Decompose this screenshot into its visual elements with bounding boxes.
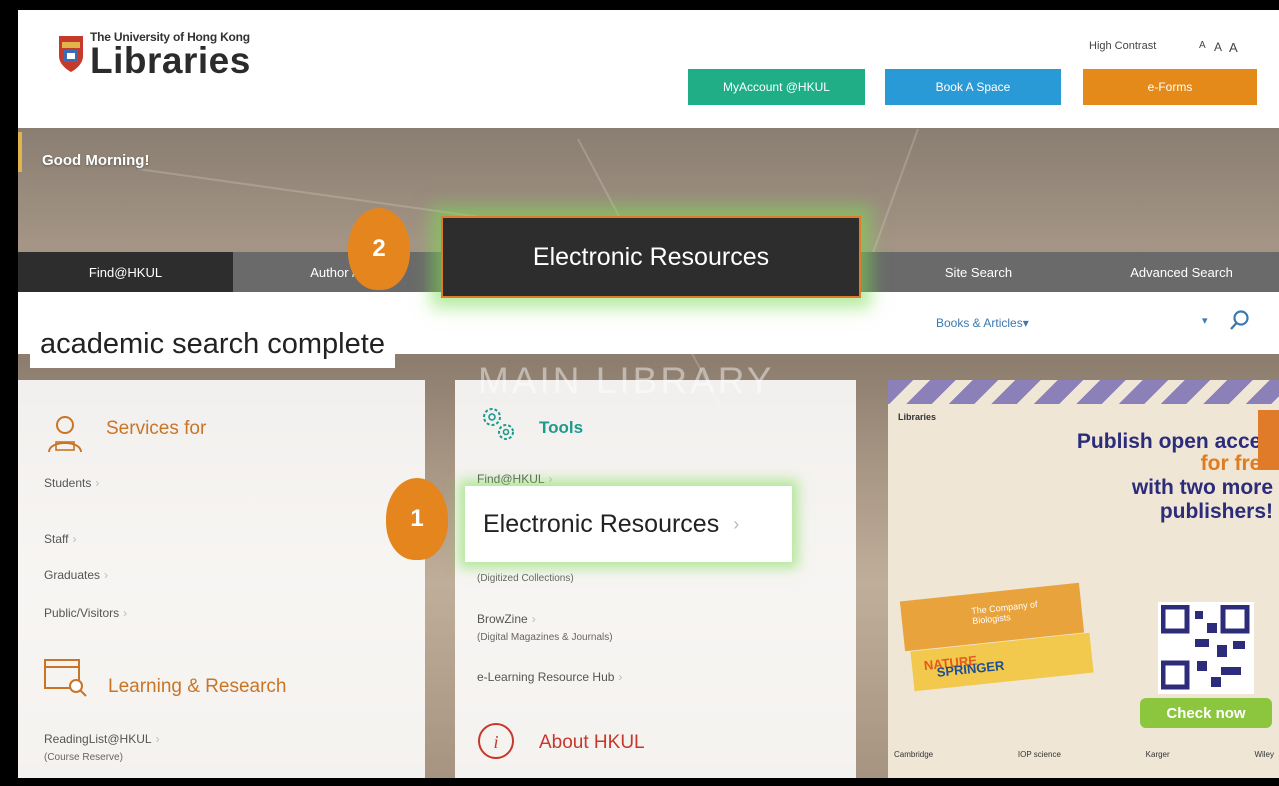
eforms-button[interactable]: e-Forms bbox=[1083, 69, 1257, 105]
tools-link-digitized-sub: (Digitized Collections) bbox=[477, 573, 574, 584]
font-size-large[interactable]: A bbox=[1229, 40, 1238, 55]
scope-caret-icon: ▾ bbox=[1022, 316, 1029, 330]
banner-headline-3: with two more bbox=[1131, 476, 1273, 499]
electronic-resources-tab-callout[interactable]: Electronic Resources bbox=[441, 216, 861, 298]
promo-banner[interactable]: Libraries Publish open acces for free wi… bbox=[888, 380, 1279, 778]
chevron-right-icon: › bbox=[531, 612, 536, 626]
banner-headline-2: for free bbox=[1200, 452, 1273, 475]
greeting-accent bbox=[18, 132, 22, 172]
tools-link-elearning[interactable]: e-Learning Resource Hub › bbox=[477, 670, 622, 684]
banner-headline-4: publishers! bbox=[1159, 500, 1273, 523]
font-size-small[interactable]: A bbox=[1199, 40, 1206, 51]
tools-link-find-hkul[interactable]: Find@HKUL › bbox=[477, 472, 553, 486]
learning-title: Learning & Research bbox=[108, 676, 287, 697]
person-icon bbox=[48, 416, 82, 453]
about-title[interactable]: About HKUL bbox=[539, 732, 645, 754]
search-scope-dropdown[interactable]: Books & Articles▾ bbox=[936, 316, 1029, 330]
banner-stripes bbox=[888, 380, 1279, 404]
tools-title: Tools bbox=[539, 418, 584, 437]
search-query-callout: academic search complete bbox=[30, 321, 395, 368]
services-link-graduates-label: Graduates bbox=[44, 568, 101, 582]
feedback-tab[interactable] bbox=[1258, 410, 1279, 470]
services-link-staff[interactable]: Staff › bbox=[44, 532, 76, 546]
ribbon-biologists-text: The Company of Biologists bbox=[970, 599, 1038, 627]
services-link-students[interactable]: Students › bbox=[44, 476, 99, 490]
search-scope-label: Books & Articles bbox=[936, 316, 1023, 330]
tab-find-hkul[interactable]: Find@HKUL bbox=[18, 252, 233, 292]
services-link-public-label: Public/Visitors bbox=[44, 606, 120, 620]
qr-code-icon bbox=[1158, 602, 1254, 694]
svg-text:i: i bbox=[493, 732, 498, 752]
partner-iop: IOP science bbox=[1017, 750, 1061, 759]
window-search-icon bbox=[44, 659, 87, 697]
services-link-public[interactable]: Public/Visitors › bbox=[44, 606, 127, 620]
tools-link-find-hkul-label: Find@HKUL bbox=[477, 472, 545, 486]
services-link-students-label: Students bbox=[44, 476, 92, 490]
chevron-right-icon: › bbox=[548, 472, 553, 486]
hkul-logo[interactable]: The University of Hong Kong Libraries bbox=[58, 30, 251, 81]
dropdown-caret-icon[interactable]: ▾ bbox=[1202, 314, 1208, 327]
myaccount-button[interactable]: MyAccount @HKUL bbox=[688, 69, 865, 105]
learning-link-readinglist[interactable]: ReadingList@HKUL › bbox=[44, 732, 160, 746]
ribbon-springer-text: SPRINGER NATURE bbox=[923, 653, 1005, 680]
chevron-right-icon: › bbox=[155, 732, 160, 746]
banner-logo: Libraries bbox=[898, 412, 937, 422]
chevron-right-icon: › bbox=[123, 606, 128, 620]
chevron-right-icon: › bbox=[618, 670, 623, 684]
partner-cambridge: Cambridge bbox=[894, 750, 934, 759]
services-link-staff-label: Staff bbox=[44, 532, 69, 546]
step-2-badge: 2 bbox=[348, 208, 410, 290]
info-icon: i bbox=[478, 723, 514, 759]
site-header: The University of Hong Kong Libraries Hi… bbox=[18, 10, 1279, 128]
callout-electronic-resources-label: Electronic Resources bbox=[483, 509, 720, 538]
services-panel: Services for Students › Staff › Graduates ›… bbox=[18, 380, 425, 778]
tab-site-search[interactable]: Site Search bbox=[873, 252, 1084, 292]
chevron-right-icon: › bbox=[72, 532, 77, 546]
book-space-button[interactable]: Book A Space bbox=[885, 69, 1061, 105]
tab-advanced-search[interactable]: Advanced Search bbox=[1084, 252, 1279, 292]
font-size-medium[interactable]: A bbox=[1214, 40, 1222, 54]
chevron-right-icon: › bbox=[104, 568, 109, 582]
tools-link-browzine-label: BrowZine bbox=[477, 612, 528, 626]
crest-icon bbox=[59, 36, 83, 72]
logo-libraries-text: Libraries bbox=[90, 40, 251, 81]
gears-icon bbox=[483, 408, 514, 440]
services-title: Services for bbox=[106, 418, 207, 439]
electronic-resources-link-callout[interactable]: Electronic Resources › bbox=[465, 486, 792, 562]
tools-link-browzine-sub: (Digital Magazines & Journals) bbox=[477, 632, 613, 643]
screenshot-frame: The University of Hong Kong Libraries Hi… bbox=[0, 0, 1279, 786]
banner-headline-1: Publish open acces bbox=[1076, 430, 1273, 453]
tools-panel: Tools Find@HKUL › (Digitized Collections)… bbox=[455, 380, 856, 778]
check-now-button[interactable]: Check now bbox=[1140, 698, 1272, 728]
search-icon[interactable] bbox=[1228, 308, 1252, 332]
greeting-text: Good Morning! bbox=[42, 152, 150, 169]
tools-link-browzine[interactable]: BrowZine › bbox=[477, 612, 536, 626]
partner-wiley: Wiley bbox=[1254, 750, 1274, 759]
learning-link-readinglist-label: ReadingList@HKUL bbox=[44, 732, 152, 746]
chevron-right-icon: › bbox=[95, 476, 100, 490]
chevron-right-icon: › bbox=[733, 513, 740, 534]
high-contrast-toggle[interactable]: High Contrast bbox=[1089, 40, 1156, 52]
tools-link-elearning-label: e-Learning Resource Hub bbox=[477, 670, 615, 684]
step-1-badge: 1 bbox=[386, 478, 448, 560]
partner-karger: Karger bbox=[1145, 750, 1170, 759]
partner-logos: Cambridge IOP science Karger Wiley bbox=[894, 750, 1274, 759]
library-homepage: The University of Hong Kong Libraries Hi… bbox=[18, 10, 1279, 778]
learning-link-readinglist-sub: (Course Reserve) bbox=[44, 752, 123, 763]
services-link-graduates[interactable]: Graduates › bbox=[44, 568, 108, 582]
